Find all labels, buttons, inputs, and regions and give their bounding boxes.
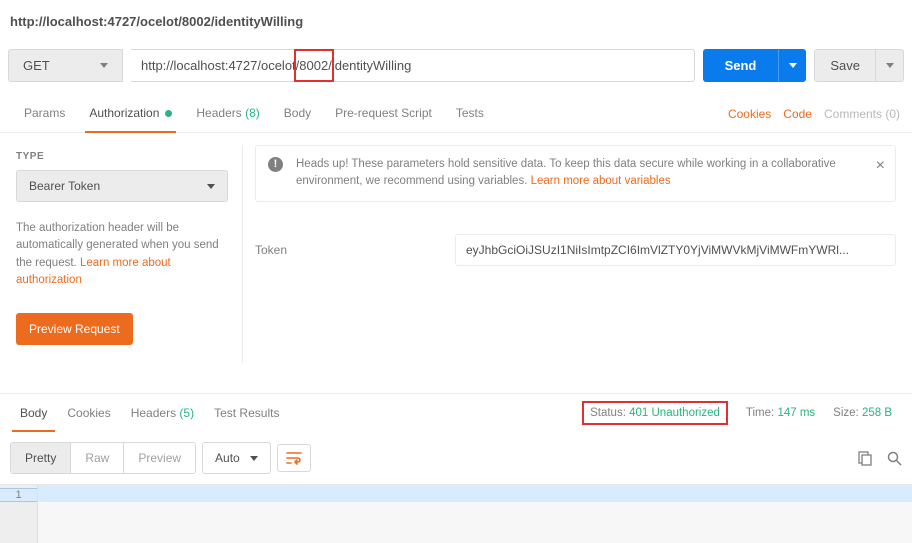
status-dot-icon [165, 110, 172, 117]
copy-icon [858, 451, 873, 466]
copy-button[interactable] [858, 451, 873, 466]
resp-tab-cookies[interactable]: Cookies [57, 394, 120, 432]
response-body: 1 [0, 484, 912, 543]
language-select[interactable]: Auto [202, 442, 271, 474]
resp-tab-tests[interactable]: Test Results [204, 394, 289, 432]
chevron-down-icon [207, 184, 215, 189]
request-title: http://localhost:4727/ocelot/8002/identi… [0, 0, 912, 43]
method-value: GET [23, 58, 50, 73]
search-button[interactable] [887, 451, 902, 466]
view-mode-segment: Pretty Raw Preview [10, 442, 196, 474]
auth-sidebar: TYPE Bearer Token The authorization head… [8, 145, 243, 363]
wrap-lines-button[interactable] [277, 444, 311, 472]
size-badge: Size: 258 B [833, 407, 892, 419]
chevron-down-icon [100, 63, 108, 68]
resp-tab-body[interactable]: Body [10, 394, 57, 432]
view-raw[interactable]: Raw [71, 443, 123, 473]
tab-params[interactable]: Params [12, 96, 77, 132]
method-select[interactable]: GET [8, 49, 123, 82]
url-input[interactable]: http://localhost:4727/ocelot/8002/identi… [131, 49, 695, 82]
token-label: Token [255, 243, 455, 257]
send-dropdown[interactable] [778, 49, 806, 82]
status-badge: Status: 401 Unauthorized [582, 401, 728, 425]
code-content[interactable] [38, 485, 912, 543]
view-preview[interactable]: Preview [124, 443, 195, 473]
preview-request-button[interactable]: Preview Request [16, 313, 133, 345]
chevron-down-icon [789, 63, 797, 68]
sensitive-data-banner: ! Heads up! These parameters hold sensit… [255, 145, 896, 202]
tab-body[interactable]: Body [272, 96, 323, 132]
link-learn-variables[interactable]: Learn more about variables [531, 175, 671, 187]
save-button[interactable]: Save [814, 49, 876, 82]
tab-prerequest[interactable]: Pre-request Script [323, 96, 444, 132]
response-meta: Status: 401 Unauthorized Time: 147 ms Si… [582, 401, 902, 425]
token-input[interactable]: eyJhbGciOiJSUzI1NiIsImtpZCI6ImVlZTY0YjVi… [455, 234, 896, 266]
time-badge: Time: 147 ms [746, 407, 815, 419]
viewer-toolbar: Pretty Raw Preview Auto [0, 432, 912, 484]
chevron-down-icon [250, 456, 258, 461]
chevron-down-icon [886, 63, 894, 68]
save-dropdown[interactable] [876, 49, 904, 82]
request-tabs: Params Authorization Headers (8) Body Pr… [0, 96, 912, 133]
type-label: TYPE [16, 151, 228, 162]
send-button[interactable]: Send [703, 49, 779, 82]
wrap-icon [286, 451, 302, 465]
close-icon[interactable]: × [876, 154, 885, 178]
link-code[interactable]: Code [783, 107, 812, 121]
search-icon [887, 451, 902, 466]
tab-headers[interactable]: Headers (8) [184, 96, 271, 132]
auth-help-text: The authorization header will be automat… [16, 220, 228, 289]
line-gutter: 1 [0, 485, 38, 543]
tab-authorization[interactable]: Authorization [77, 96, 184, 132]
response-tabs: Body Cookies Headers (5) Test Results St… [0, 394, 912, 432]
request-row: GET http://localhost:4727/ocelot/8002/id… [0, 43, 912, 88]
view-pretty[interactable]: Pretty [11, 443, 70, 473]
info-icon: ! [268, 157, 283, 172]
auth-type-select[interactable]: Bearer Token [16, 170, 228, 202]
resp-tab-headers[interactable]: Headers (5) [121, 394, 204, 432]
link-comments[interactable]: Comments (0) [824, 107, 900, 121]
link-cookies[interactable]: Cookies [728, 107, 771, 121]
tab-tests[interactable]: Tests [444, 96, 496, 132]
